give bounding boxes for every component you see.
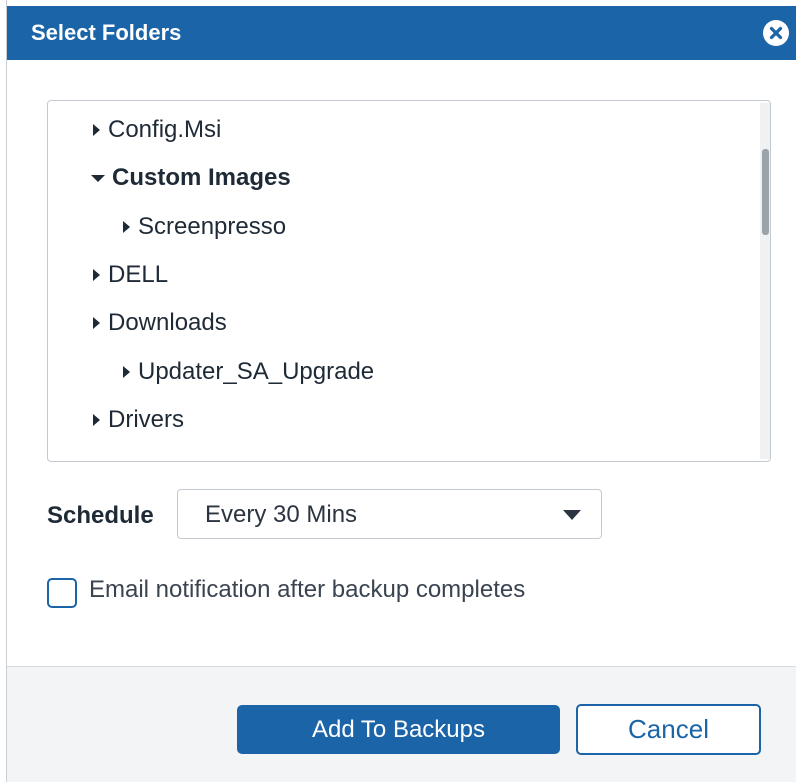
tree-item-config-msi[interactable]: Config.Msi [90,114,221,146]
select-folders-dialog: Select Folders Config.Msi Custom Images … [6,0,796,782]
tree-item-screenpresso[interactable]: Screenpresso [120,211,286,243]
close-icon [769,26,783,40]
dialog-titlebar: Select Folders [7,6,796,60]
dialog-footer: Add To Backups Cancel [7,666,796,782]
tree-item-label: Downloads [108,309,227,336]
tree-item-label: Custom Images [112,164,291,191]
tree-item-partial[interactable] [90,453,108,461]
chevron-down-icon [563,510,581,520]
cancel-button[interactable]: Cancel [576,704,761,755]
caret-right-icon[interactable] [90,413,102,427]
caret-right-icon[interactable] [90,268,102,282]
tree-item-label: Drivers [108,406,184,433]
tree-item-drivers[interactable]: Drivers [90,404,184,436]
dialog-title: Select Folders [31,20,182,45]
close-button[interactable] [763,20,789,46]
schedule-select[interactable]: Every 30 Mins [177,489,602,539]
tree-item-dell[interactable]: DELL [90,259,168,291]
tree-item-updater-sa-upgrade[interactable]: Updater_SA_Upgrade [120,356,374,388]
schedule-select-value: Every 30 Mins [205,501,358,528]
caret-right-icon[interactable] [120,220,132,234]
email-notification-label[interactable]: Email notification after backup complete… [89,576,525,604]
tree-item-custom-images[interactable]: Custom Images [90,162,291,194]
add-to-backups-button[interactable]: Add To Backups [237,705,560,754]
tree-item-label: Config.Msi [108,116,222,143]
tree-item-label: Updater_SA_Upgrade [138,358,375,385]
caret-right-icon[interactable] [90,123,102,137]
caret-down-icon[interactable] [90,171,106,185]
caret-right-icon[interactable] [120,365,132,379]
email-notification-checkbox[interactable] [47,578,77,608]
scroll-thumb[interactable] [762,149,769,235]
schedule-label: Schedule [47,502,154,529]
tree-item-downloads[interactable]: Downloads [90,307,227,339]
tree-item-label: DELL [108,261,169,288]
folder-tree[interactable]: Config.Msi Custom Images Screenpresso DE… [47,100,771,462]
tree-item-label: Screenpresso [138,213,287,240]
caret-right-icon[interactable] [90,316,102,330]
tree-scrollbar[interactable] [760,103,770,459]
